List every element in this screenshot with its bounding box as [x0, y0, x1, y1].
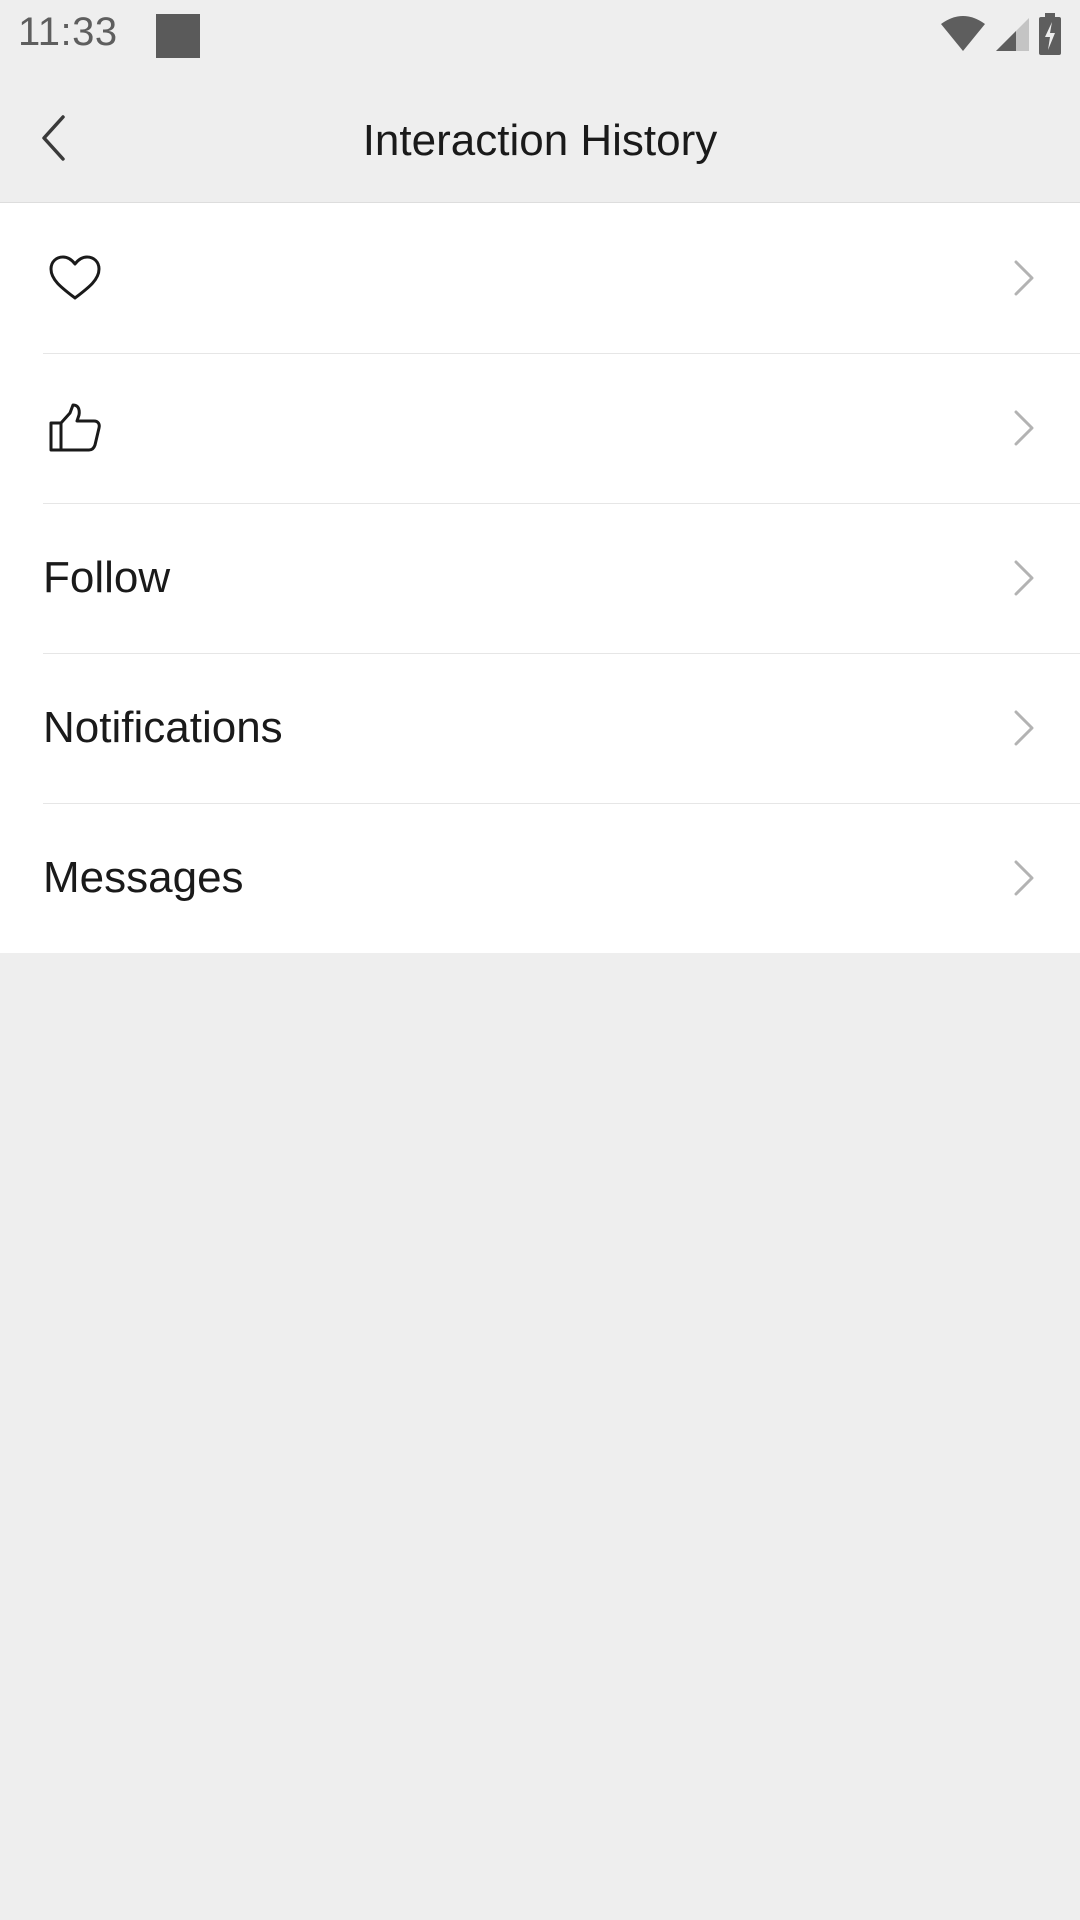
- list-item-follow[interactable]: Follow: [0, 503, 1080, 653]
- list-item-label: Follow: [43, 553, 171, 602]
- thumbs-up-outline-icon: [48, 401, 102, 455]
- chevron-right-icon: [1012, 858, 1036, 898]
- list-item-label: Messages: [43, 853, 244, 902]
- chevron-left-icon: [39, 114, 69, 167]
- heart-outline-icon: [48, 251, 102, 305]
- chevron-right-icon: [1012, 708, 1036, 748]
- chevron-right-icon: [1012, 408, 1036, 448]
- list-item-label: Notifications: [43, 703, 283, 752]
- page-title: Interaction History: [362, 116, 718, 165]
- list-item-notifications[interactable]: Notifications: [0, 653, 1080, 803]
- wifi-icon: [940, 15, 986, 57]
- status-time: 11:33: [18, 10, 118, 54]
- battery-charging-icon: [1038, 12, 1062, 60]
- back-button[interactable]: [24, 104, 84, 176]
- app-bar: Interaction History: [0, 80, 1080, 203]
- status-icons: [940, 12, 1062, 60]
- chevron-right-icon: [1012, 258, 1036, 298]
- interaction-list: Follow Notifications Messages: [0, 203, 1080, 953]
- status-bar: 11:33: [0, 0, 1080, 80]
- list-item-messages[interactable]: Messages: [0, 803, 1080, 953]
- list-item-likes[interactable]: [0, 353, 1080, 503]
- chevron-right-icon: [1012, 558, 1036, 598]
- list-item-favorites[interactable]: [0, 203, 1080, 353]
- signal-icon: [994, 16, 1030, 57]
- notification-square-icon: [156, 14, 200, 58]
